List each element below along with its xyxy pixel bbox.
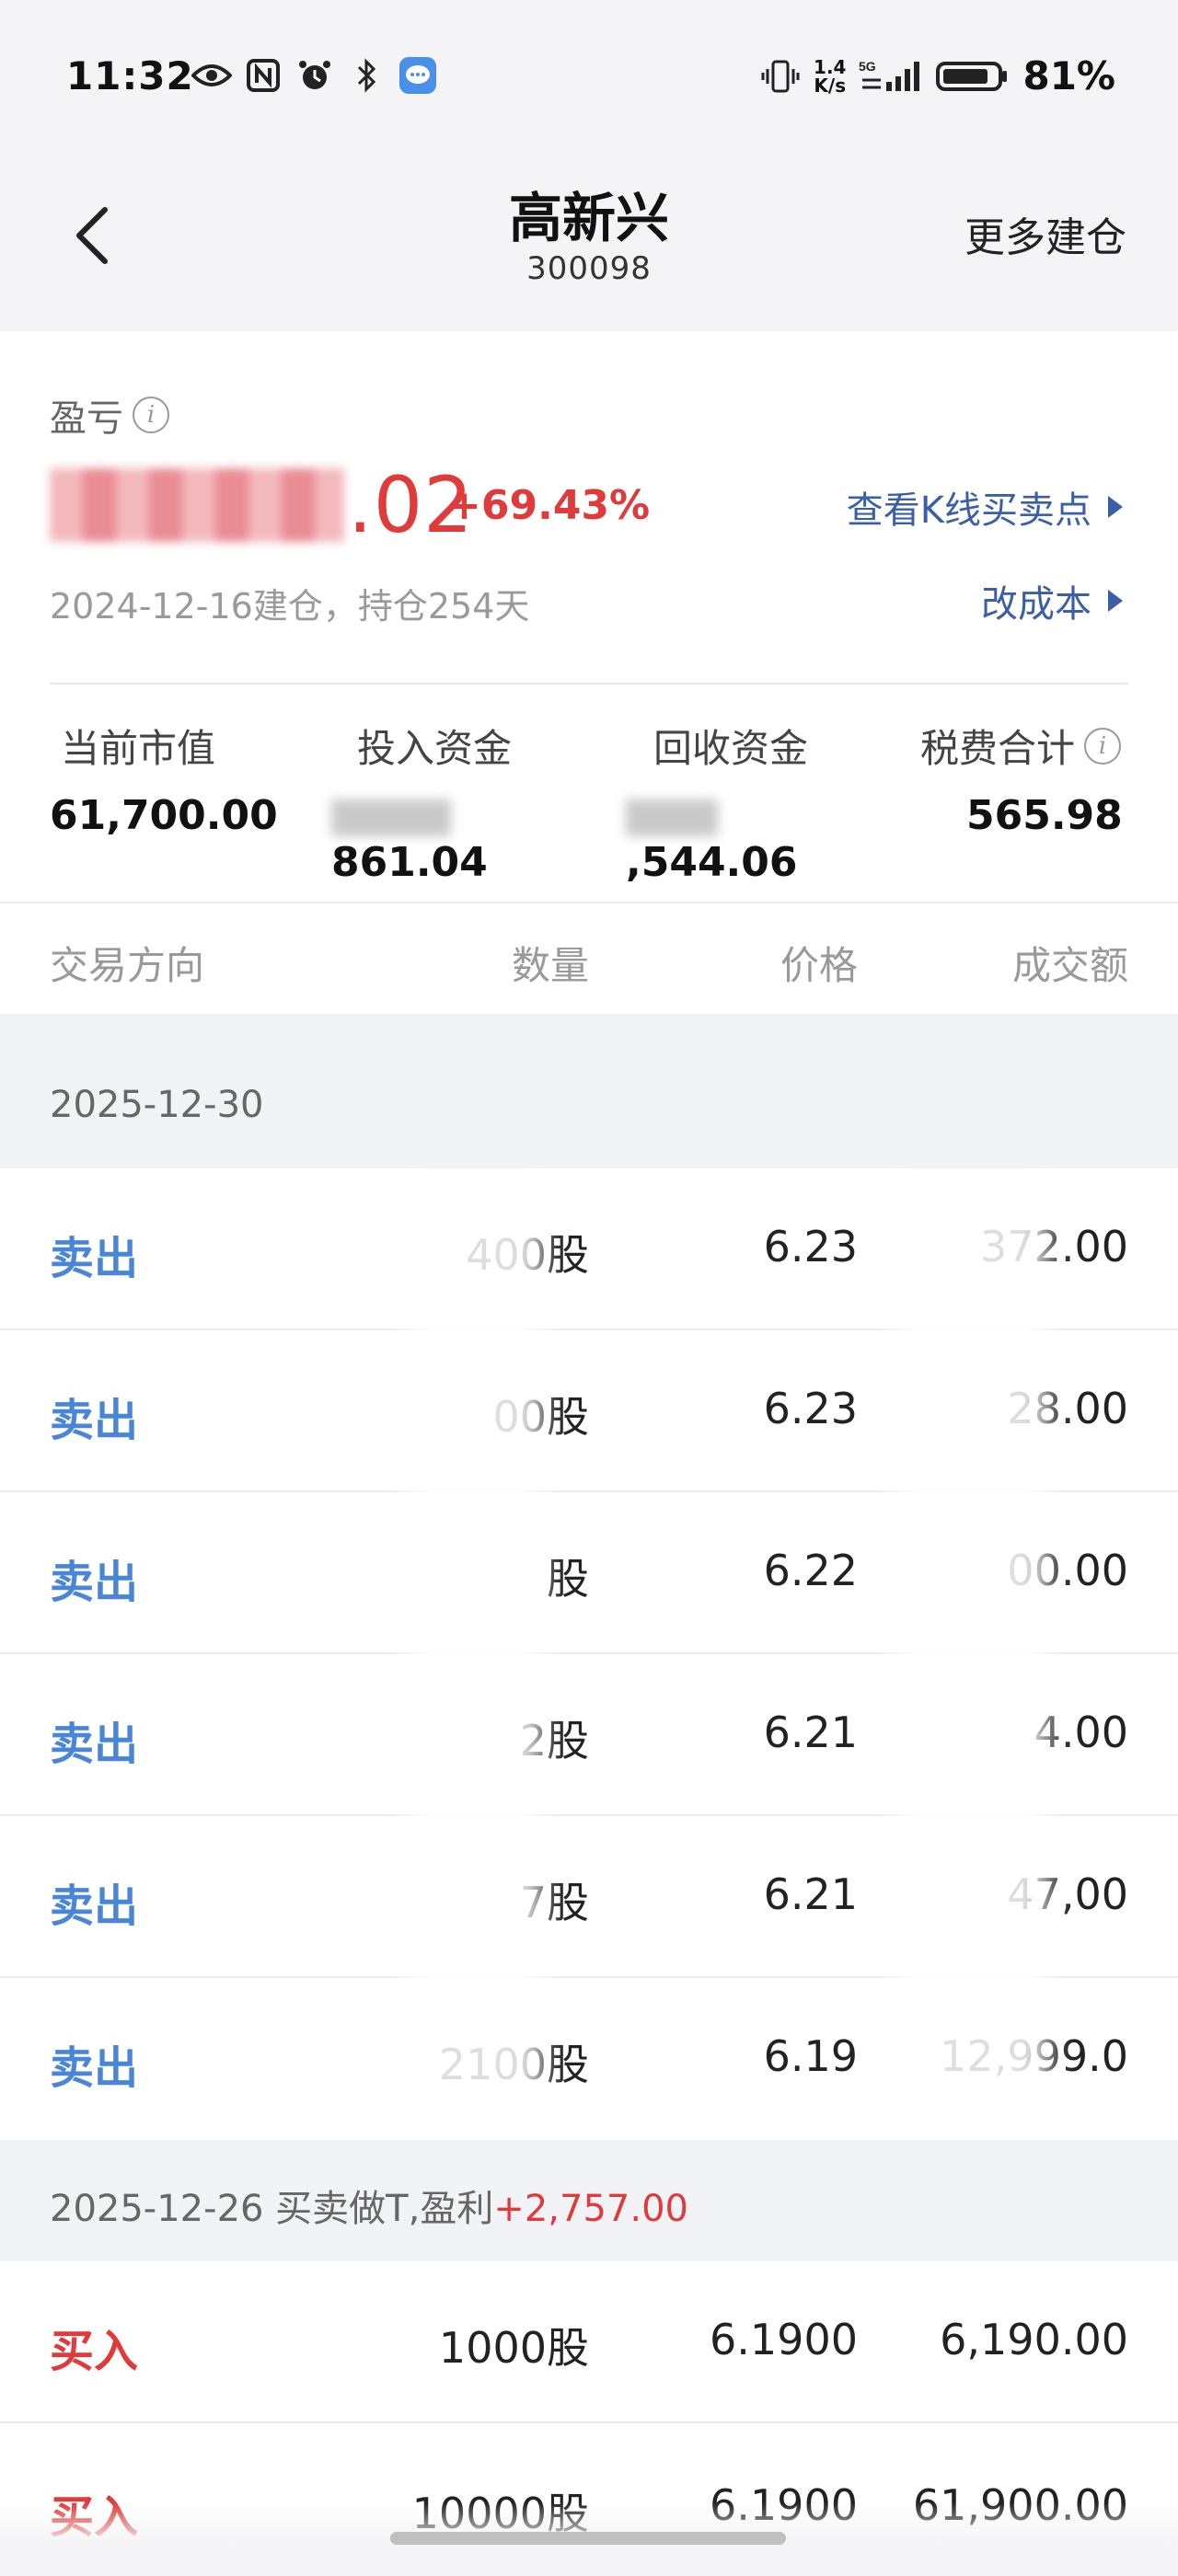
redacted-value <box>50 468 344 542</box>
trade-price: 6.23 <box>763 1384 858 1433</box>
net-speed: 1.4 K/s <box>814 55 847 97</box>
status-time: 11:32 <box>66 53 194 98</box>
stat-fees: 税费合计 i 565.98 <box>920 718 1141 839</box>
stat-recovered: 回收资金 ,544.06 <box>626 718 884 886</box>
trade-direction: 卖出 <box>50 1233 139 1284</box>
home-indicator[interactable] <box>390 2532 786 2545</box>
col-amount: 成交额 <box>1011 943 1128 988</box>
col-qty: 数量 <box>511 943 589 988</box>
nfc-icon <box>243 57 283 94</box>
trade-price: 6.21 <box>763 1869 858 1919</box>
bluetooth-icon <box>346 57 387 94</box>
redacted-value <box>626 799 718 836</box>
trade-direction: 卖出 <box>50 1719 139 1770</box>
kline-link[interactable]: 查看K线买卖点 <box>847 480 1123 534</box>
build-info: 2024-12-16建仓，持仓254天 <box>50 586 530 627</box>
profit-value: +2,757.00 <box>493 2188 688 2230</box>
stat-value: ,544.06 <box>626 839 798 886</box>
pl-percent: +69.43% <box>447 482 651 529</box>
stat-value: 861.04 <box>331 839 488 886</box>
col-price: 价格 <box>780 943 858 988</box>
trade-price: 6.21 <box>763 1708 858 1757</box>
stats-row: 当前市值 61,700.00 投入资金 861.04 回收资金 ,544.06 … <box>0 718 1178 886</box>
triangle-right-icon <box>1108 496 1123 518</box>
triangle-right-icon <box>1108 590 1123 612</box>
group-date-row: 2025-12-26 买卖做T,盈利+2,757.00 <box>50 2179 688 2232</box>
status-right: 1.4 K/s 5G 81% <box>760 53 1115 98</box>
stat-label: 投入资金 <box>357 726 513 771</box>
trade-price: 6.19 <box>763 2031 858 2081</box>
stat-value: 565.98 <box>966 792 1123 839</box>
group-date: 2025-12-30 <box>50 1084 264 1126</box>
trade-price: 6.23 <box>763 1222 858 1271</box>
position-summary: 盈亏 i .02 +69.43% 查看K线买卖点 2024-12-16建仓，持仓… <box>0 331 1178 902</box>
stat-invested: 投入资金 861.04 <box>331 718 589 886</box>
stat-label-row: 税费合计 i <box>920 718 1141 774</box>
svg-text:5G: 5G <box>859 59 876 74</box>
status-bar: 11:32 1.4 K/s 5G 81% <box>0 0 1178 147</box>
signal-icon: 5G <box>859 58 923 95</box>
group-date: 2025-12-26 买卖做T,盈利 <box>50 2188 494 2230</box>
vibrate-icon <box>760 58 801 95</box>
battery-icon <box>936 58 1010 95</box>
divider <box>50 683 1128 684</box>
stat-value-row: ,544.06 <box>626 792 884 886</box>
stat-value-row: 861.04 <box>331 792 589 886</box>
col-direction: 交易方向 <box>50 943 205 988</box>
kline-link-label: 查看K线买卖点 <box>846 489 1091 532</box>
battery-percent: 81% <box>1022 53 1115 98</box>
stat-market-value: 当前市值 61,700.00 <box>50 718 307 839</box>
info-icon[interactable]: i <box>133 397 169 433</box>
date-group-header: 2025-12-26 买卖做T,盈利+2,757.00 <box>0 2140 1178 2261</box>
table-header: 交易方向 数量 价格 成交额 <box>0 903 1178 1014</box>
edit-cost-link[interactable]: 改成本 <box>981 574 1123 627</box>
trade-direction: 卖出 <box>50 1395 139 1446</box>
trade-direction: 卖出 <box>50 1557 139 1608</box>
message-app-icon <box>398 57 438 94</box>
table-row[interactable]: 买入 1000股 6.1900 6,190.00 <box>0 2261 1178 2423</box>
redaction-smudge <box>405 1187 543 2107</box>
alarm-icon <box>294 57 335 94</box>
eye-icon <box>191 57 232 94</box>
more-build-button[interactable]: 更多建仓 <box>964 204 1126 263</box>
redacted-value <box>331 799 451 836</box>
trade-qty: 股 <box>547 1554 589 1604</box>
trade-qty: 1000股 <box>438 2323 589 2373</box>
stat-value: 61,700.00 <box>50 792 278 839</box>
trade-direction: 卖出 <box>50 2042 139 2094</box>
redaction-smudge <box>893 1187 1049 2107</box>
trade-price: 6.22 <box>763 1546 858 1595</box>
pl-label-row: 盈亏 i <box>50 388 169 442</box>
date-group-header: 2025-12-30 <box>0 1014 1178 1168</box>
trade-direction: 买入 <box>50 2326 139 2377</box>
stat-label: 当前市值 <box>61 726 216 771</box>
stat-label: 回收资金 <box>653 726 809 771</box>
status-icons <box>191 57 438 94</box>
pl-value: .02 <box>50 460 474 550</box>
info-icon[interactable]: i <box>1084 727 1122 765</box>
trade-direction: 卖出 <box>50 1880 139 1932</box>
pl-label: 盈亏 <box>50 397 123 440</box>
trade-price: 6.1900 <box>710 2315 858 2364</box>
stat-label: 税费合计 <box>920 726 1076 771</box>
nav-header: 高新兴 300098 更多建仓 <box>0 147 1178 331</box>
trade-amount: 6,190.00 <box>940 2315 1128 2364</box>
edit-cost-label: 改成本 <box>981 583 1091 626</box>
